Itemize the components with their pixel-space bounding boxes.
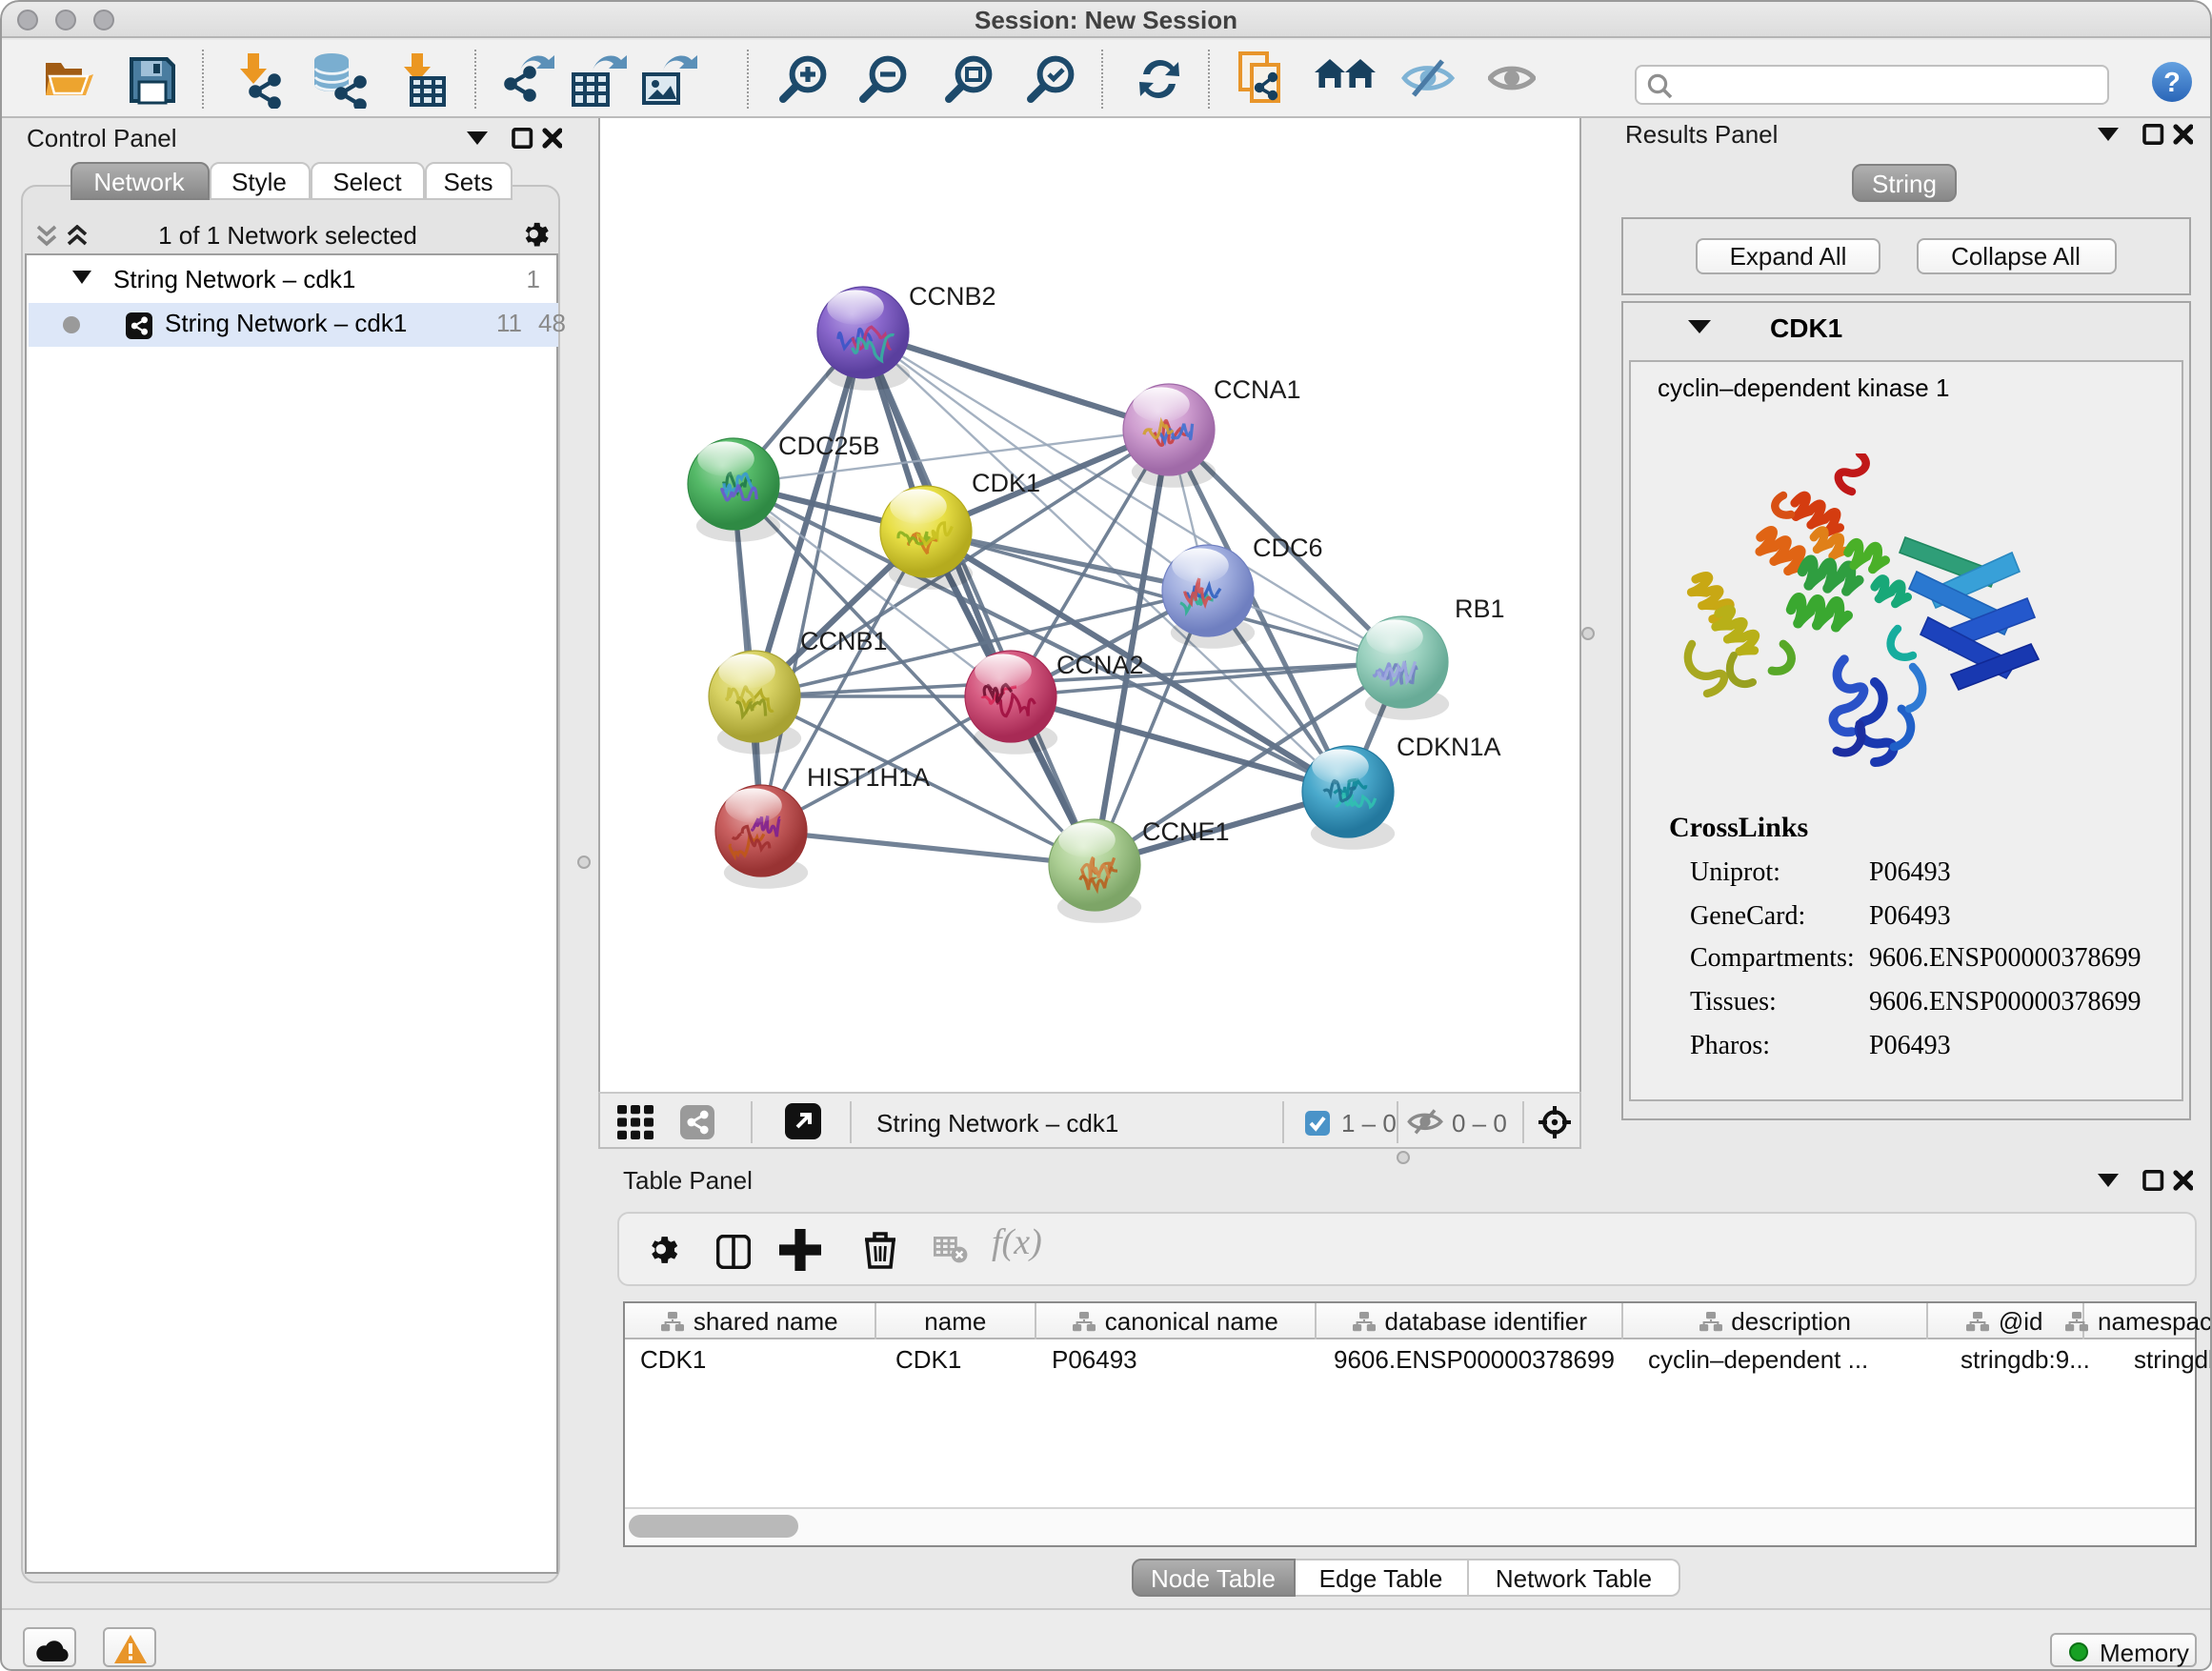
svg-text:RB1: RB1: [1455, 594, 1505, 623]
svg-text:CCNE1: CCNE1: [1142, 817, 1230, 846]
svg-text:CDC6: CDC6: [1253, 534, 1323, 562]
svg-text:CCNA1: CCNA1: [1214, 375, 1301, 404]
svg-text:HIST1H1A: HIST1H1A: [807, 763, 930, 792]
svg-text:CCNB2: CCNB2: [909, 282, 996, 311]
svg-text:CCNB1: CCNB1: [800, 627, 888, 655]
svg-text:CDC25B: CDC25B: [778, 432, 880, 460]
svg-text:?: ?: [2163, 68, 2181, 98]
svg-text:CDKN1A: CDKN1A: [1397, 733, 1501, 761]
svg-text:CCNA2: CCNA2: [1056, 651, 1144, 679]
svg-text:CDK1: CDK1: [972, 469, 1040, 497]
